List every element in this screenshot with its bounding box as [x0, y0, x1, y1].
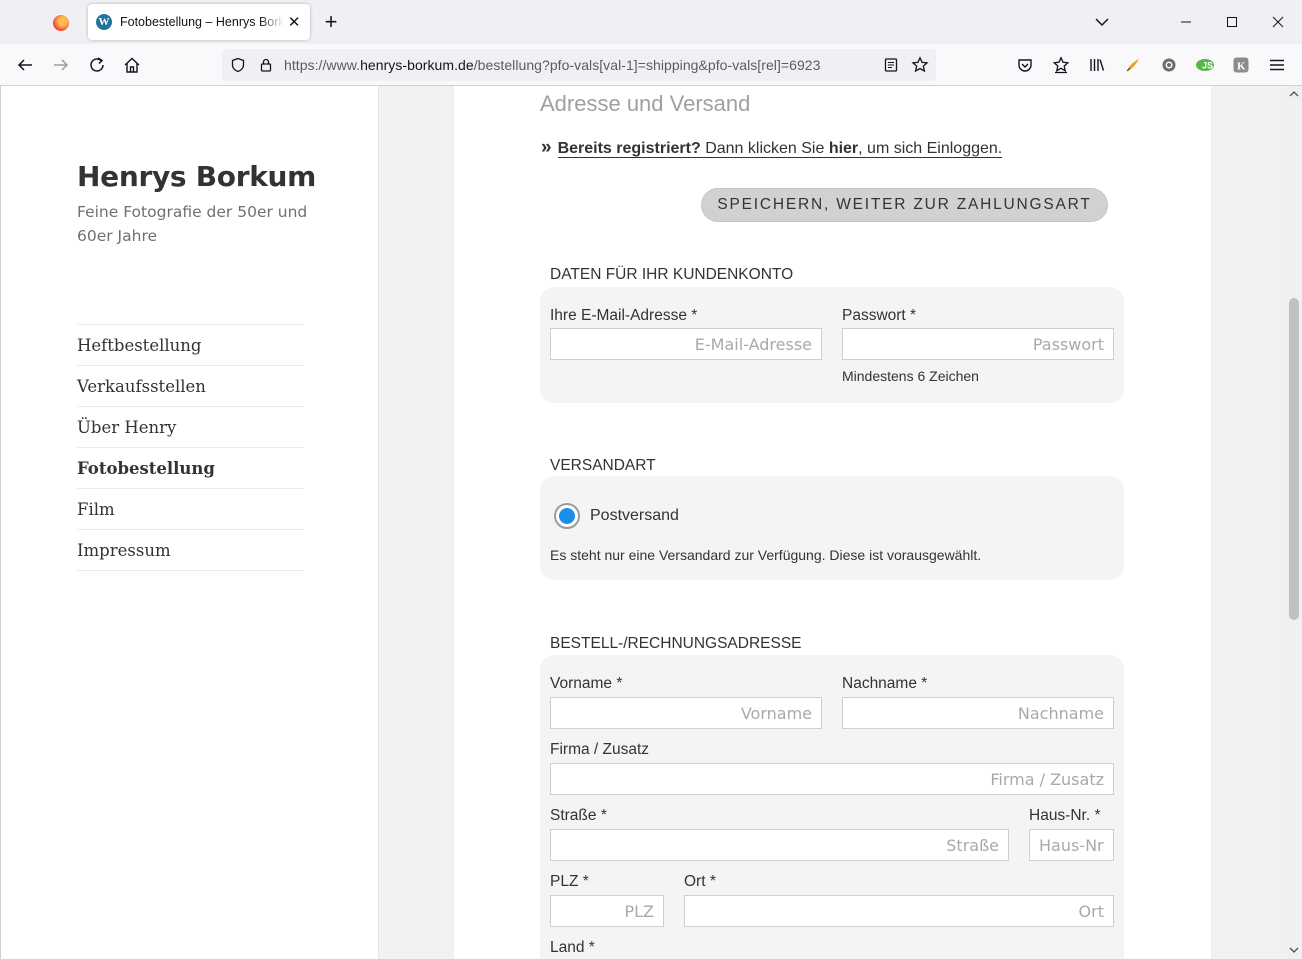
close-tab-icon[interactable]: ✕: [286, 13, 302, 31]
bookmark-star-icon[interactable]: [908, 53, 932, 77]
shipping-note: Es steht nur eine Versandard zur Verfügu…: [550, 547, 982, 563]
url-bar[interactable]: https://www.henrys-borkum.de/bestellung?…: [222, 49, 936, 81]
menu-item-ueber-henry[interactable]: Über Henry: [77, 407, 304, 448]
password-hint: Mindestens 6 Zeichen: [842, 368, 979, 384]
company-label: Firma / Zusatz: [550, 741, 650, 758]
email-input[interactable]: [550, 328, 822, 360]
email-label: Ihre E-Mail-Adresse *: [550, 307, 698, 324]
minimize-icon[interactable]: [1171, 8, 1201, 36]
active-tab[interactable]: W Fotobestellung – Henrys Borkum ✕: [88, 4, 310, 40]
street-label: Straße *: [550, 807, 607, 824]
city-label: Ort *: [684, 873, 716, 890]
street-input[interactable]: [550, 829, 1009, 861]
chevron-icon: »: [541, 137, 552, 158]
postversand-radio[interactable]: [554, 503, 580, 529]
extension-gear-icon[interactable]: [1157, 53, 1181, 77]
address-panel: Vorname * Nachname * Firma / Zusatz Stra…: [540, 655, 1124, 959]
maximize-icon[interactable]: [1217, 8, 1247, 36]
lock-icon[interactable]: [254, 53, 278, 77]
svg-text:K: K: [1237, 61, 1246, 73]
extension-js-icon[interactable]: JS: [1193, 53, 1217, 77]
account-panel: Ihre E-Mail-Adresse * Passwort * Mindest…: [540, 287, 1124, 403]
home-icon[interactable]: [120, 53, 144, 77]
svg-text:JS: JS: [1202, 61, 1213, 71]
site-description: Feine Fotografie der 50er und 60er Jahre: [77, 203, 308, 245]
firefox-icon: [53, 15, 69, 31]
houseno-input[interactable]: [1029, 829, 1114, 861]
login-link[interactable]: Bereits registriert? Dann klicken Sie hi…: [557, 140, 1003, 158]
page-viewport: Henrys Borkum Feine Fotografie der 50er …: [0, 86, 1286, 959]
reload-icon[interactable]: [85, 53, 109, 77]
account-section-title: DATEN FÜR IHR KUNDENKONTO: [550, 266, 794, 283]
menu-item-film[interactable]: Film: [77, 489, 304, 530]
close-window-icon[interactable]: [1263, 8, 1293, 36]
new-tab-button[interactable]: +: [318, 10, 344, 36]
firstname-input[interactable]: [550, 697, 822, 729]
main-menu: Heftbestellung Verkaufsstellen Über Henr…: [77, 324, 304, 571]
zip-input[interactable]: [550, 895, 664, 927]
shipping-section-title: VERSANDART: [550, 457, 656, 474]
save-continue-button[interactable]: SPEICHERN, WEITER ZUR ZAHLUNGSART: [701, 188, 1108, 222]
scroll-down-icon[interactable]: [1288, 944, 1300, 956]
hamburger-menu-icon[interactable]: [1265, 53, 1289, 77]
menu-item-fotobestellung[interactable]: Fotobestellung: [77, 448, 304, 489]
postversand-label[interactable]: Postversand: [590, 507, 679, 525]
main-content: Adresse und Versand » Bereits registriert…: [454, 86, 1211, 959]
lastname-input[interactable]: [842, 697, 1114, 729]
city-input[interactable]: [684, 895, 1114, 927]
bookmarks-star-icon[interactable]: [1049, 53, 1073, 77]
password-label: Passwort *: [842, 307, 917, 324]
navigation-toolbar: https://www.henrys-borkum.de/bestellung?…: [0, 44, 1302, 86]
zip-label: PLZ *: [550, 873, 589, 890]
login-prompt: » Bereits registriert? Dann klicken Sie h…: [541, 137, 1003, 159]
sidebar: Henrys Borkum Feine Fotografie der 50er …: [1, 86, 379, 959]
tab-title: Fotobestellung – Henrys Borkum: [120, 15, 285, 29]
scrollbar-thumb[interactable]: [1289, 298, 1299, 620]
library-icon[interactable]: [1085, 53, 1109, 77]
tracking-protection-shield-icon[interactable]: [226, 53, 250, 77]
tab-bar: W Fotobestellung – Henrys Borkum ✕ +: [0, 0, 1302, 44]
list-all-tabs-icon[interactable]: [1090, 12, 1114, 32]
wordpress-icon: W: [96, 14, 112, 30]
forward-icon[interactable]: [49, 53, 73, 77]
shipping-panel: Postversand Es steht nur eine Versandard…: [540, 476, 1124, 580]
url-text[interactable]: https://www.henrys-borkum.de/bestellung?…: [284, 57, 820, 73]
menu-item-verkaufsstellen[interactable]: Verkaufsstellen: [77, 366, 304, 407]
menu-item-heftbestellung[interactable]: Heftbestellung: [77, 325, 304, 366]
address-section-title: BESTELL-/RECHNUNGSADRESSE: [550, 635, 802, 652]
password-input[interactable]: [842, 328, 1114, 360]
pocket-icon[interactable]: [1013, 53, 1037, 77]
reader-view-icon[interactable]: [879, 53, 903, 77]
firstname-label: Vorname *: [550, 675, 623, 692]
extension-brush-icon[interactable]: [1121, 53, 1145, 77]
site-title[interactable]: Henrys Borkum: [77, 160, 316, 193]
menu-item-impressum[interactable]: Impressum: [77, 530, 304, 571]
lastname-label: Nachname *: [842, 675, 928, 692]
pinned-tab[interactable]: [40, 6, 82, 40]
scroll-up-icon[interactable]: [1288, 88, 1300, 100]
houseno-label: Haus-Nr. *: [1029, 807, 1101, 824]
country-label: Land *: [550, 939, 595, 956]
section-heading: Adresse und Versand: [540, 91, 751, 116]
back-icon[interactable]: [13, 53, 37, 77]
extension-k-icon[interactable]: K: [1229, 53, 1253, 77]
page-scrollbar[interactable]: [1286, 86, 1302, 959]
company-input[interactable]: [550, 763, 1114, 795]
